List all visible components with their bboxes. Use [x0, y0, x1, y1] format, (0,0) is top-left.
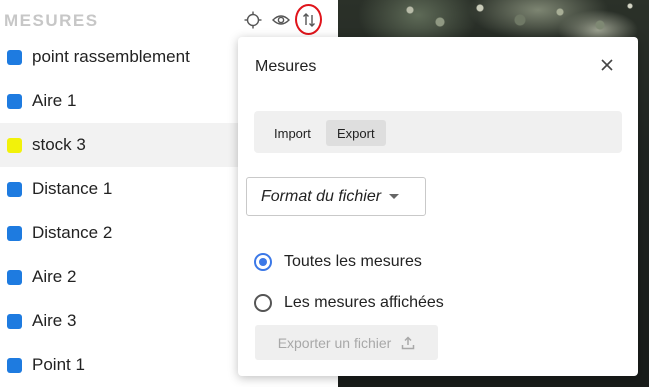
panel-title: MESURES — [4, 11, 99, 30]
measure-label: point rassemblement — [32, 47, 190, 66]
measure-label: Aire 3 — [32, 311, 77, 330]
tab-bar: Import Export — [254, 111, 622, 153]
eye-icon[interactable] — [271, 10, 291, 30]
option-displayed-measures[interactable]: Les mesures affichées — [254, 291, 444, 315]
measure-label: Aire 2 — [32, 267, 77, 286]
measure-color-swatch — [7, 225, 22, 241]
measure-label: Distance 1 — [32, 179, 113, 198]
close-icon[interactable] — [597, 55, 617, 75]
tab-import[interactable]: Import — [263, 120, 322, 146]
measure-label: Point 1 — [32, 355, 85, 374]
measure-label: Aire 1 — [32, 91, 77, 110]
measure-label: Distance 2 — [32, 223, 113, 242]
radio-checked-icon[interactable] — [254, 253, 272, 271]
measures-dialog: Mesures Import Export Format du fichier … — [238, 37, 638, 376]
measure-color-swatch — [7, 269, 22, 285]
measure-label: stock 3 — [32, 135, 86, 154]
dialog-title: Mesures — [255, 58, 317, 75]
export-file-button[interactable]: Exporter un fichier — [255, 325, 438, 360]
option-label: Les mesures affichées — [284, 294, 444, 311]
radio-unchecked-icon[interactable] — [254, 294, 272, 312]
tab-export[interactable]: Export — [326, 120, 386, 146]
upload-icon — [401, 335, 415, 350]
measure-color-swatch — [7, 93, 22, 109]
measure-color-swatch — [7, 49, 22, 65]
map-terrain — [390, 0, 649, 40]
measure-color-swatch — [7, 313, 22, 329]
file-format-label: Format du fichier — [261, 187, 382, 205]
measure-color-swatch — [7, 181, 22, 197]
measure-color-swatch — [7, 137, 22, 153]
highlight-circle — [295, 4, 322, 35]
export-button-label: Exporter un fichier — [277, 334, 392, 351]
option-label: Toutes les mesures — [284, 253, 422, 270]
file-format-dropdown[interactable]: Format du fichier — [246, 177, 426, 216]
option-all-measures[interactable]: Toutes les mesures — [254, 250, 422, 274]
measures-panel-header: MESURES — [0, 0, 338, 40]
locate-icon[interactable] — [243, 10, 263, 30]
caret-down-icon — [389, 194, 400, 199]
measure-color-swatch — [7, 357, 22, 373]
